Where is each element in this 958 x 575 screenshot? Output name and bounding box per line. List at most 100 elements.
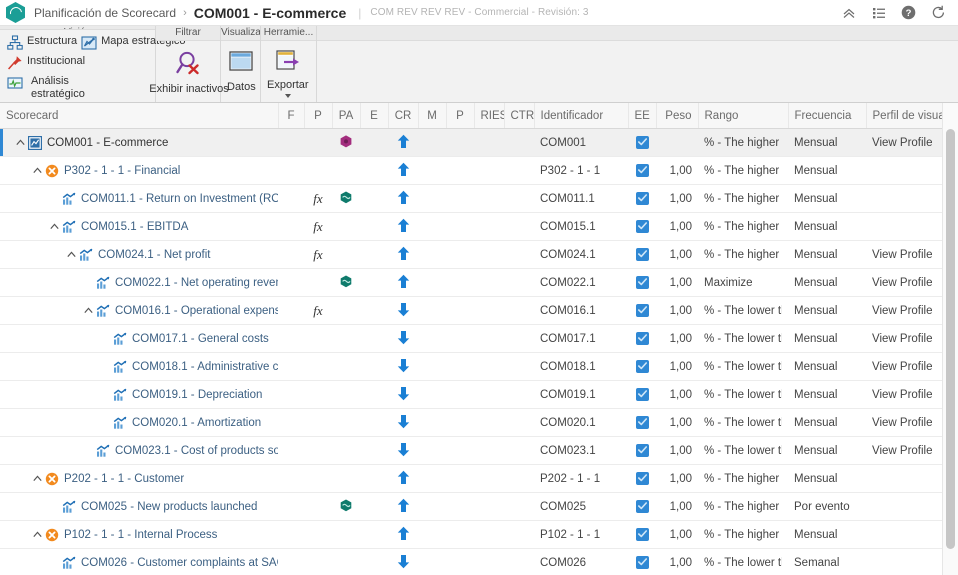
- grid-cell-p[interactable]: [304, 128, 332, 157]
- grid-cell-ee[interactable]: [628, 240, 656, 269]
- grid-cell-name[interactable]: COM011.1 - Return on Investment (ROI): [0, 184, 278, 213]
- grid-cell-e[interactable]: [360, 324, 388, 353]
- grid-cell-ee[interactable]: [628, 492, 656, 521]
- grid-cell-ee[interactable]: [628, 296, 656, 325]
- view-profile-link[interactable]: View Profile: [872, 305, 933, 317]
- collapse-chevrons-icon[interactable]: [841, 5, 856, 20]
- ee-checkbox[interactable]: [635, 247, 649, 261]
- formula-fx-icon[interactable]: fx: [313, 247, 322, 262]
- grid-cell-p2[interactable]: [446, 436, 474, 465]
- grid-cell-perfil[interactable]: View Profile: [866, 436, 948, 465]
- ee-checkbox[interactable]: [635, 415, 649, 429]
- grid-header-m[interactable]: M: [418, 103, 447, 129]
- grid-cell-name[interactable]: P102 - 1 - 1 - Internal Process: [0, 520, 278, 549]
- table-row[interactable]: COM025 - New products launched COM025 1,00…: [0, 492, 948, 521]
- grid-cell-ee[interactable]: [628, 436, 656, 465]
- view-profile-link[interactable]: View Profile: [872, 389, 933, 401]
- grid-cell-f[interactable]: [278, 436, 304, 465]
- grid-cell-f[interactable]: [278, 324, 304, 353]
- grid-cell-f[interactable]: [278, 548, 304, 575]
- grid-cell-p[interactable]: [304, 548, 332, 575]
- grid-cell-ctr[interactable]: [504, 296, 534, 325]
- grid-cell-ries[interactable]: [474, 380, 504, 409]
- grid-cell-pa[interactable]: [332, 156, 360, 185]
- grid-cell-ctr[interactable]: [504, 492, 534, 521]
- grid-cell-cr[interactable]: [388, 352, 418, 381]
- grid-cell-m[interactable]: [418, 436, 446, 465]
- ee-checkbox[interactable]: [635, 275, 649, 289]
- action-plan-globe-icon[interactable]: [340, 191, 352, 207]
- grid-cell-ries[interactable]: [474, 408, 504, 437]
- grid-cell-perfil[interactable]: View Profile: [866, 268, 948, 297]
- grid-cell-cr[interactable]: [388, 408, 418, 437]
- grid-cell-p[interactable]: [304, 380, 332, 409]
- grid-cell-e[interactable]: [360, 464, 388, 493]
- expand-collapse-toggle[interactable]: [63, 251, 79, 258]
- list-menu-icon[interactable]: [871, 5, 886, 20]
- grid-header-ctr[interactable]: CTR: [504, 103, 535, 129]
- grid-cell-p2[interactable]: [446, 352, 474, 381]
- grid-cell-e[interactable]: [360, 268, 388, 297]
- grid-cell-ctr[interactable]: [504, 380, 534, 409]
- grid-cell-perfil[interactable]: View Profile: [866, 352, 948, 381]
- table-row[interactable]: COM024.1 - Net profit fx COM024.1 1,00% - T…: [0, 240, 948, 269]
- grid-cell-name[interactable]: COM019.1 - Depreciation: [0, 380, 278, 409]
- grid-cell-e[interactable]: [360, 520, 388, 549]
- table-row[interactable]: P302 - 1 - 1 - Financial P302 - 1 - 1 1,00…: [0, 156, 948, 185]
- grid-cell-pa[interactable]: [332, 520, 360, 549]
- grid-cell-e[interactable]: [360, 240, 388, 269]
- exportar-button[interactable]: Exportar: [265, 47, 311, 100]
- grid-cell-e[interactable]: [360, 184, 388, 213]
- view-profile-link[interactable]: View Profile: [872, 417, 933, 429]
- grid-cell-m[interactable]: [418, 156, 446, 185]
- grid-cell-p2[interactable]: [446, 128, 474, 157]
- grid-cell-p[interactable]: [304, 324, 332, 353]
- grid-cell-e[interactable]: [360, 548, 388, 575]
- grid-header-ries[interactable]: RIES: [474, 103, 505, 129]
- grid-cell-ries[interactable]: [474, 464, 504, 493]
- grid-cell-m[interactable]: [418, 184, 446, 213]
- grid-cell-ee[interactable]: [628, 184, 656, 213]
- ee-checkbox[interactable]: [635, 331, 649, 345]
- grid-cell-ries[interactable]: [474, 324, 504, 353]
- expand-collapse-toggle[interactable]: [29, 167, 45, 174]
- grid-cell-pa[interactable]: [332, 268, 360, 297]
- table-row[interactable]: COM020.1 - Amortization COM020.1 1,00% - T…: [0, 408, 948, 437]
- chevron-down-icon[interactable]: [284, 94, 291, 98]
- grid-cell-m[interactable]: [418, 268, 446, 297]
- grid-cell-name[interactable]: COM026 - Customer complaints at SAC: [0, 548, 278, 575]
- grid-cell-e[interactable]: [360, 436, 388, 465]
- action-plan-hex-icon[interactable]: [340, 134, 352, 151]
- ribbon-item-institucional[interactable]: Institucional: [5, 54, 149, 72]
- grid-cell-m[interactable]: [418, 548, 446, 575]
- grid-cell-cr[interactable]: [388, 268, 418, 297]
- grid-cell-pa[interactable]: [332, 240, 360, 269]
- grid-cell-ee[interactable]: [628, 324, 656, 353]
- ee-checkbox[interactable]: [635, 163, 649, 177]
- grid-cell-e[interactable]: [360, 492, 388, 521]
- grid-cell-e[interactable]: [360, 408, 388, 437]
- grid-cell-cr[interactable]: [388, 324, 418, 353]
- grid-cell-m[interactable]: [418, 352, 446, 381]
- grid-cell-f[interactable]: [278, 380, 304, 409]
- grid-cell-perfil[interactable]: View Profile: [866, 324, 948, 353]
- grid-header-f[interactable]: F: [278, 103, 305, 129]
- grid-cell-p2[interactable]: [446, 464, 474, 493]
- grid-cell-name[interactable]: P202 - 1 - 1 - Customer: [0, 464, 278, 493]
- grid-cell-f[interactable]: [278, 408, 304, 437]
- grid-header-cr[interactable]: CR: [388, 103, 419, 129]
- grid-cell-p[interactable]: fx: [304, 240, 332, 269]
- grid-cell-pa[interactable]: [332, 212, 360, 241]
- action-plan-globe-icon[interactable]: [340, 499, 352, 515]
- grid-cell-p[interactable]: [304, 436, 332, 465]
- grid-cell-name[interactable]: COM001 - E-commerce: [0, 128, 278, 157]
- grid-header-name[interactable]: Scorecard: [0, 103, 279, 129]
- grid-cell-e[interactable]: [360, 296, 388, 325]
- ee-checkbox[interactable]: [635, 359, 649, 373]
- grid-cell-pa[interactable]: [332, 436, 360, 465]
- view-profile-link[interactable]: View Profile: [872, 333, 933, 345]
- grid-cell-ctr[interactable]: [504, 408, 534, 437]
- grid-cell-m[interactable]: [418, 520, 446, 549]
- ee-checkbox[interactable]: [635, 303, 649, 317]
- grid-cell-cr[interactable]: [388, 156, 418, 185]
